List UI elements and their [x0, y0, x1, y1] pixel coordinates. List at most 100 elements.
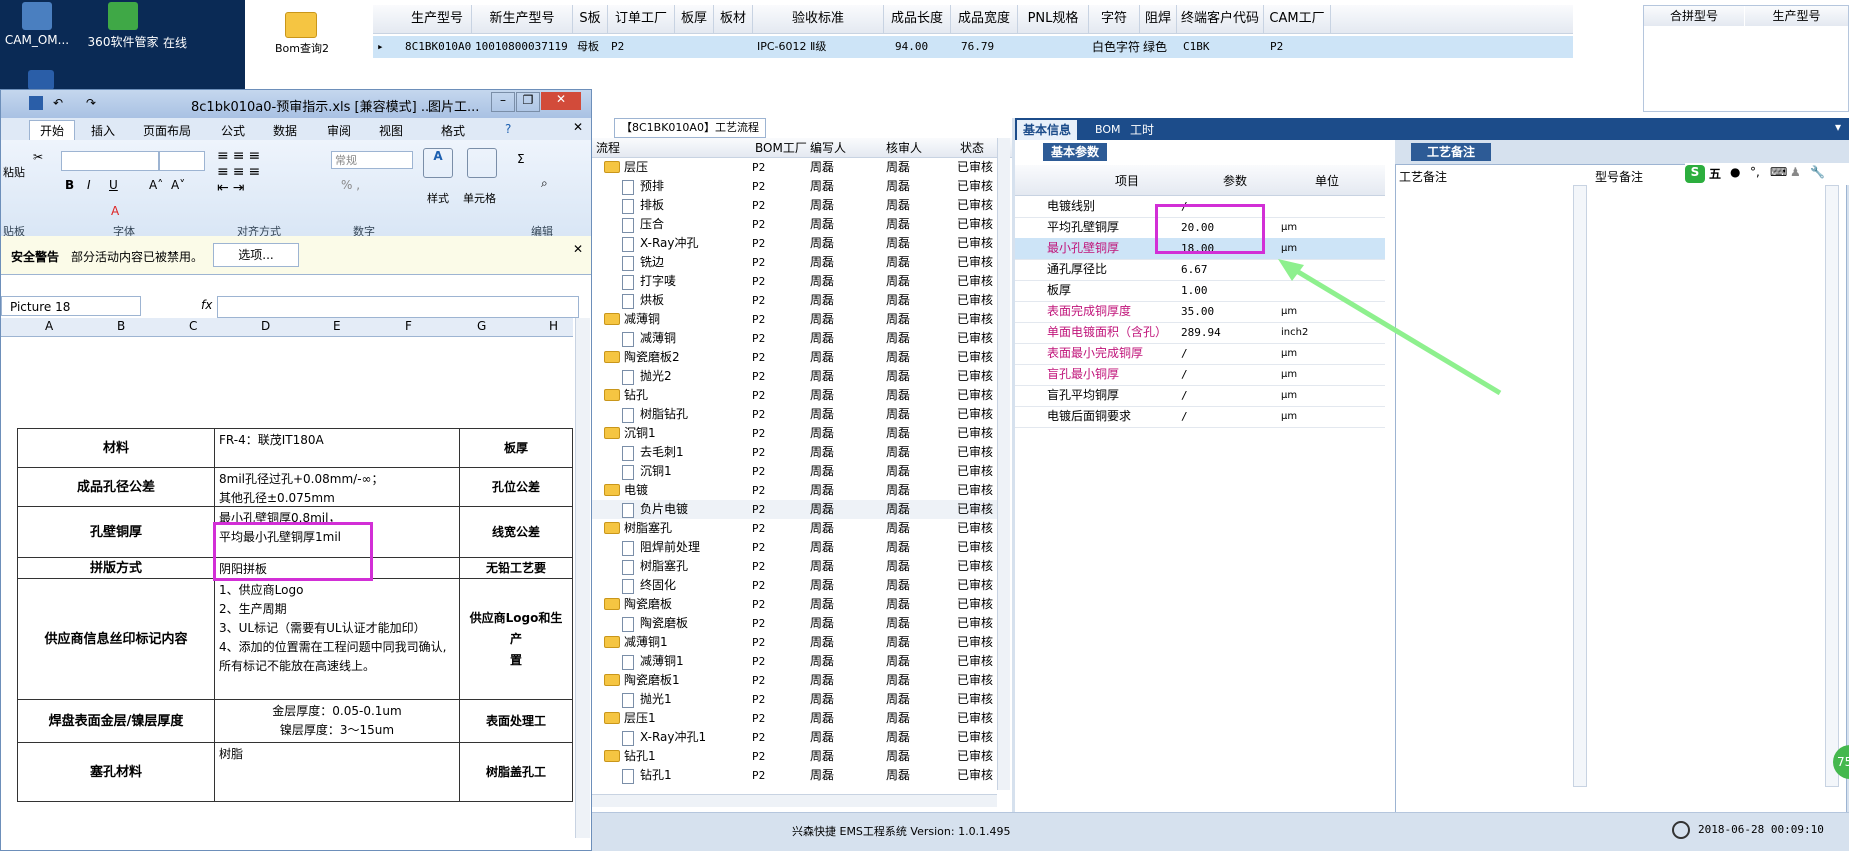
- close-button[interactable]: ✕: [541, 92, 581, 110]
- tree-row[interactable]: 树脂塞孔 P2 周磊 周磊 已审核: [592, 519, 997, 538]
- tree-row[interactable]: 陶瓷磨板 P2 周磊 周磊 已审核: [592, 595, 997, 614]
- col-header[interactable]: S板: [573, 5, 608, 33]
- col-a[interactable]: A: [45, 319, 53, 333]
- chevron-down-icon[interactable]: ▾: [1835, 120, 1841, 134]
- close-icon[interactable]: ✕: [573, 242, 583, 256]
- param-value[interactable]: 6.67: [1181, 259, 1208, 280]
- tree-row[interactable]: 钻孔1 P2 周磊 周磊 已审核: [592, 766, 997, 785]
- tab-formulas[interactable]: 公式: [221, 122, 245, 139]
- scrollbar[interactable]: [1825, 185, 1839, 787]
- cell[interactable]: IPC-6012 Ⅱ级: [757, 36, 826, 58]
- col-header[interactable]: CAM工厂: [1264, 5, 1331, 33]
- tree-row[interactable]: 烘板 P2 周磊 周磊 已审核: [592, 291, 997, 310]
- col-header[interactable]: 生产型号: [403, 5, 472, 33]
- tree-row[interactable]: 陶瓷磨板2 P2 周磊 周磊 已审核: [592, 348, 997, 367]
- tree-hscroll[interactable]: [592, 794, 997, 807]
- percent-icon[interactable]: % ,: [341, 178, 360, 192]
- find-icon[interactable]: ⌕: [541, 176, 548, 191]
- tree-row[interactable]: 电镀 P2 周磊 周磊 已审核: [592, 481, 997, 500]
- sum-icon[interactable]: Σ: [517, 152, 525, 166]
- tab-craft-notes[interactable]: 工艺备注: [1411, 143, 1491, 161]
- col-g[interactable]: G: [477, 319, 486, 333]
- tab-bom[interactable]: BOM: [1095, 120, 1121, 140]
- tree-row[interactable]: 层压1 P2 周磊 周磊 已审核: [592, 709, 997, 728]
- font-color-icon[interactable]: A: [111, 204, 119, 218]
- font-shrink-button[interactable]: A˅: [171, 178, 185, 192]
- name-box[interactable]: Picture 18: [1, 296, 141, 316]
- tree-row[interactable]: 减薄铜 P2 周磊 周磊 已审核: [592, 329, 997, 348]
- tab-basic-params[interactable]: 基本参数: [1043, 143, 1108, 161]
- col-header[interactable]: 编写人: [810, 139, 846, 156]
- tab-review[interactable]: 审阅: [327, 122, 351, 139]
- tree-row[interactable]: 负片电镀 P2 周磊 周磊 已审核: [592, 500, 997, 519]
- sheet-vscroll[interactable]: [575, 318, 590, 838]
- tree-row[interactable]: 阻焊前处理 P2 周磊 周磊 已审核: [592, 538, 997, 557]
- keyboard-icon[interactable]: ⌨: [1770, 165, 1787, 179]
- tab-view[interactable]: 视图: [379, 122, 403, 139]
- cell[interactable]: 绿色: [1143, 36, 1167, 58]
- col-header[interactable]: 核审人: [886, 139, 922, 156]
- tab-insert[interactable]: 插入: [91, 122, 115, 139]
- col-header[interactable]: 新生产型号: [472, 5, 573, 33]
- font-grow-button[interactable]: A˄: [149, 178, 163, 192]
- col-header[interactable]: 生产型号: [1745, 6, 1848, 26]
- tab-data[interactable]: 数据: [273, 122, 297, 139]
- save-icon[interactable]: [29, 96, 43, 110]
- cell[interactable]: 白色字符: [1092, 36, 1140, 58]
- col-header[interactable]: 项目: [1115, 172, 1139, 189]
- col-header[interactable]: 参数: [1223, 172, 1247, 189]
- spec-value[interactable]: 8mil孔径过孔+0.08mm/-∞； 其他孔径±0.075mm: [214, 467, 460, 507]
- tree-row[interactable]: 钻孔1 P2 周磊 周磊 已审核: [592, 747, 997, 766]
- col-header[interactable]: 订单工厂: [608, 5, 675, 33]
- sogou-icon[interactable]: S: [1685, 165, 1705, 183]
- cell[interactable]: 10010800037119: [475, 36, 568, 58]
- cell[interactable]: P2: [1270, 36, 1283, 58]
- spec-value[interactable]: 树脂: [214, 742, 460, 802]
- col-header[interactable]: 状态: [960, 139, 984, 156]
- italic-button[interactable]: I: [87, 178, 91, 192]
- col-header[interactable]: 合拼型号: [1644, 6, 1744, 26]
- ime-mode[interactable]: 五: [1709, 165, 1721, 182]
- tree-row[interactable]: 沉铜1 P2 周磊 周磊 已审核: [592, 424, 997, 443]
- param-value[interactable]: /: [1181, 343, 1188, 364]
- tree-row[interactable]: 排板 P2 周磊 周磊 已审核: [592, 196, 997, 215]
- tree-row[interactable]: 压合 P2 周磊 周磊 已审核: [592, 215, 997, 234]
- param-value[interactable]: 1.00: [1181, 280, 1208, 301]
- tree-row[interactable]: 陶瓷磨板 P2 周磊 周磊 已审核: [592, 614, 997, 633]
- tree-row[interactable]: 减薄铜 P2 周磊 周磊 已审核: [592, 310, 997, 329]
- tree-row[interactable]: 打字唛 P2 周磊 周磊 已审核: [592, 272, 997, 291]
- options-button[interactable]: 选项...: [213, 243, 299, 267]
- col-header[interactable]: BOM工厂: [755, 139, 807, 156]
- minimize-button[interactable]: –: [491, 92, 515, 112]
- cell[interactable]: 8C1BK010A0: [405, 36, 471, 58]
- tree-row[interactable]: 减薄铜1 P2 周磊 周磊 已审核: [592, 652, 997, 671]
- tree-row[interactable]: 抛光2 P2 周磊 周磊 已审核: [592, 367, 997, 386]
- tree-vscroll[interactable]: [997, 138, 1010, 790]
- dot-icon[interactable]: ●: [1730, 165, 1740, 179]
- paste-button[interactable]: 粘贴: [3, 164, 25, 180]
- cut-icon[interactable]: ✂: [33, 150, 43, 164]
- tree-row[interactable]: 层压 P2 周磊 周磊 已审核: [592, 158, 997, 177]
- col-header[interactable]: 终端客户代码: [1177, 5, 1264, 33]
- process-tab[interactable]: 【8C1BK010A0】工艺流程: [614, 118, 766, 138]
- number-format-select[interactable]: 常规: [331, 151, 413, 169]
- cell[interactable]: 94.00: [895, 36, 928, 58]
- style-icon[interactable]: A: [423, 148, 453, 178]
- tree-row[interactable]: 终固化 P2 周磊 周磊 已审核: [592, 576, 997, 595]
- desktop-icon-cam[interactable]: CAM_OM...: [2, 2, 72, 47]
- spec-value[interactable]: 金层厚度：0.05-0.1um 镍层厚度：3～15um: [214, 699, 460, 743]
- wrench-icon[interactable]: 🔧: [1810, 165, 1825, 179]
- punct-icon[interactable]: °,: [1750, 165, 1760, 179]
- tree-row[interactable]: 减薄铜1 P2 周磊 周磊 已审核: [592, 633, 997, 652]
- scrollbar[interactable]: [1573, 185, 1587, 787]
- tree-row[interactable]: X-Ray冲孔 P2 周磊 周磊 已审核: [592, 234, 997, 253]
- tree-row[interactable]: 去毛刺1 P2 周磊 周磊 已审核: [592, 443, 997, 462]
- desktop-icon-360[interactable]: 360软件管家: [78, 2, 168, 50]
- col-header[interactable]: 成品宽度: [951, 5, 1018, 33]
- param-value[interactable]: /: [1181, 385, 1188, 406]
- tab-page-layout[interactable]: 页面布局: [143, 122, 191, 139]
- param-value[interactable]: 35.00: [1181, 301, 1214, 322]
- col-header[interactable]: 板厚: [675, 5, 714, 33]
- col-header[interactable]: 流程: [596, 139, 620, 156]
- col-header[interactable]: 板材: [714, 5, 753, 33]
